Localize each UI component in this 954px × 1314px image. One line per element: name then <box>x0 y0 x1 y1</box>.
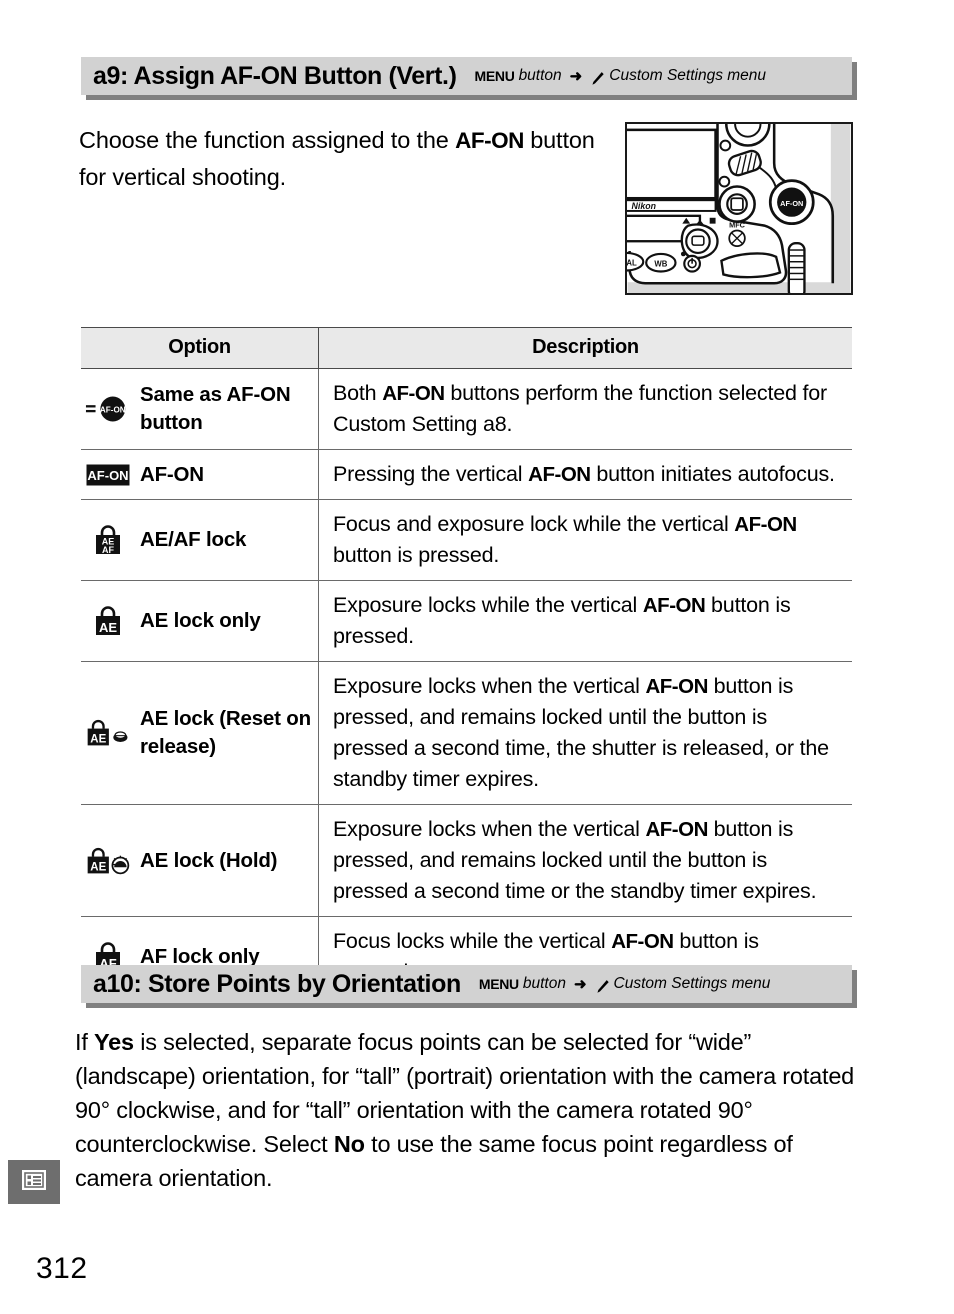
table-row: AE AE lock only Exposure locks while the v… <box>81 580 852 662</box>
arrow-right-icon: ➜ <box>569 68 583 85</box>
svg-text:QUAL: QUAL <box>627 259 637 268</box>
option-cell: AE AE lock (Hold) <box>81 804 319 917</box>
svg-text:AE: AE <box>99 620 117 635</box>
afon-token: AF-ON <box>645 818 708 841</box>
camera-vertical-grip-illustration: Nikon AF-ON MFC AL WB <box>625 122 853 295</box>
table-header-row: Option Description <box>81 327 852 369</box>
section-header-a10: a10: Store Points by Orientation MENU bu… <box>81 965 852 1003</box>
description-segment: button initiates autofocus. <box>590 462 835 486</box>
options-table: Option Description AF-ON Same as AF-ON bu… <box>81 327 852 998</box>
column-header-description: Description <box>318 327 852 369</box>
description-cell: Exposure locks while the vertical AF-ON … <box>318 580 852 662</box>
description-cell: Focus and exposure lock while the vertic… <box>318 499 852 581</box>
menu-path-a9: MENU button ➜ Custom Settings menu <box>475 67 767 85</box>
description-segment: Focus locks while the vertical <box>333 929 612 953</box>
menu-list-icon <box>21 1169 47 1196</box>
pencil-icon <box>595 979 610 994</box>
button-word-label: button <box>518 67 562 84</box>
svg-text:AF-ON: AF-ON <box>100 405 126 414</box>
intro-paragraph-a9: Choose the function assigned to the AF-O… <box>79 122 609 196</box>
svg-text:MFC: MFC <box>729 221 746 230</box>
section-header-a9: a9: Assign AF-ON Button (Vert.) MENU but… <box>81 57 852 95</box>
menu-button-label: MENU <box>474 68 515 84</box>
svg-text:AE: AE <box>90 861 106 873</box>
svg-text:Nikon: Nikon <box>632 201 656 211</box>
svg-text:WB: WB <box>654 260 667 269</box>
afon-token: AF-ON <box>611 930 674 953</box>
body-segment: If <box>75 1029 94 1055</box>
afon-box-icon: AF-ON <box>85 464 131 486</box>
custom-settings-menu-label: Custom Settings menu <box>613 975 771 992</box>
description-cell: Exposure locks when the vertical AF-ON b… <box>318 804 852 917</box>
padlock-ae-timer-icon: AE <box>85 845 131 877</box>
afon-token: AF-ON <box>645 675 708 698</box>
afon-token: AF-ON <box>455 128 524 153</box>
button-word-label: button <box>522 975 566 992</box>
description-text: Pressing the vertical AF-ON button initi… <box>333 459 842 490</box>
chapter-tab-marker <box>8 1160 60 1204</box>
description-segment: Both <box>333 381 383 405</box>
section-title-a10: a10: Store Points by Orientation <box>93 969 461 998</box>
option-label: AE/AF lock <box>140 528 247 551</box>
svg-text:AF: AF <box>102 545 114 555</box>
emphasis-token: Yes <box>94 1029 134 1055</box>
camera-line-art: Nikon AF-ON MFC AL WB <box>627 124 851 293</box>
description-segment: Focus and exposure lock while the vertic… <box>333 512 735 536</box>
intro-lead: Choose the function assigned to the <box>79 127 456 153</box>
option-label: AE lock only <box>140 609 261 632</box>
svg-text:AF-ON: AF-ON <box>87 468 128 483</box>
table-row: AF-ON Same as AF-ON button Both AF-ON butt… <box>81 368 852 450</box>
option-cell: AE AF AE/AF lock <box>81 499 319 581</box>
emphasis-token: No <box>333 1131 365 1157</box>
description-segment: Exposure locks when the vertical <box>333 674 646 698</box>
pencil-icon <box>590 71 605 86</box>
option-label: AF-ON <box>140 462 204 486</box>
option-label: Same as AF-ON button <box>140 383 291 434</box>
afon-token: AF-ON <box>642 594 706 617</box>
table-row: AE AE lock (Hold) Exposure locks when the… <box>81 804 852 917</box>
menu-path-a10: MENU button ➜ Custom Settings menu <box>479 975 771 993</box>
option-cell: AE AE lock only <box>81 580 319 662</box>
svg-text:AF-ON: AF-ON <box>780 199 803 208</box>
padlock-ae-af-icon: AE AF <box>85 524 131 556</box>
description-cell: Both AF-ON buttons perform the function … <box>318 368 852 450</box>
arrow-right-icon: ➜ <box>573 976 587 993</box>
option-cell: AF-ON Same as AF-ON button <box>81 368 319 450</box>
afon-token: AF-ON <box>528 463 591 486</box>
description-segment: Exposure locks when the vertical <box>333 817 646 841</box>
padlock-ae-shutter-release-icon: AE <box>85 717 131 749</box>
option-label: AE lock (Hold) <box>140 848 278 872</box>
description-text: Both AF-ON buttons perform the function … <box>333 378 842 440</box>
option-label: AE lock (Reset on release) <box>140 707 311 758</box>
description-segment: Exposure locks while the vertical <box>333 593 643 617</box>
section-title-a9: a9: Assign AF-ON Button (Vert.) <box>93 61 457 90</box>
custom-settings-menu-label: Custom Settings menu <box>609 67 767 84</box>
description-cell: Exposure locks when the vertical AF-ON b… <box>318 661 852 805</box>
option-cell: AF-ON AF-ON <box>81 449 319 500</box>
description-text: Exposure locks while the vertical AF-ON … <box>333 590 842 652</box>
description-text: Focus and exposure lock while the vertic… <box>333 509 842 571</box>
column-header-option: Option <box>81 327 319 369</box>
page-number: 312 <box>36 1252 88 1285</box>
table-row: AF-ON AF-ON Pressing the vertical AF-ON bu… <box>81 449 852 500</box>
padlock-ae-icon: AE <box>85 605 131 637</box>
description-text: Exposure locks when the vertical AF-ON b… <box>333 671 842 795</box>
description-segment: button is pressed. <box>333 543 500 567</box>
afon-token: AF-ON <box>734 513 797 536</box>
equals-afon-circle-icon: AF-ON <box>85 395 131 423</box>
menu-button-label: MENU <box>478 976 519 992</box>
description-segment: Pressing the vertical <box>333 462 529 486</box>
body-paragraph-a10: If Yes is selected, separate focus point… <box>75 1025 865 1195</box>
description-cell: Pressing the vertical AF-ON button initi… <box>318 449 852 500</box>
description-text: Exposure locks when the vertical AF-ON b… <box>333 814 842 907</box>
svg-text:AE: AE <box>90 734 106 746</box>
table-row: AE AF AE/AF lock Focus and exposure lock w… <box>81 499 852 581</box>
table-row: AE AE lock (Reset on release) Exposure lo… <box>81 661 852 805</box>
afon-token: AF-ON <box>382 382 445 405</box>
option-cell: AE AE lock (Reset on release) <box>81 661 319 805</box>
